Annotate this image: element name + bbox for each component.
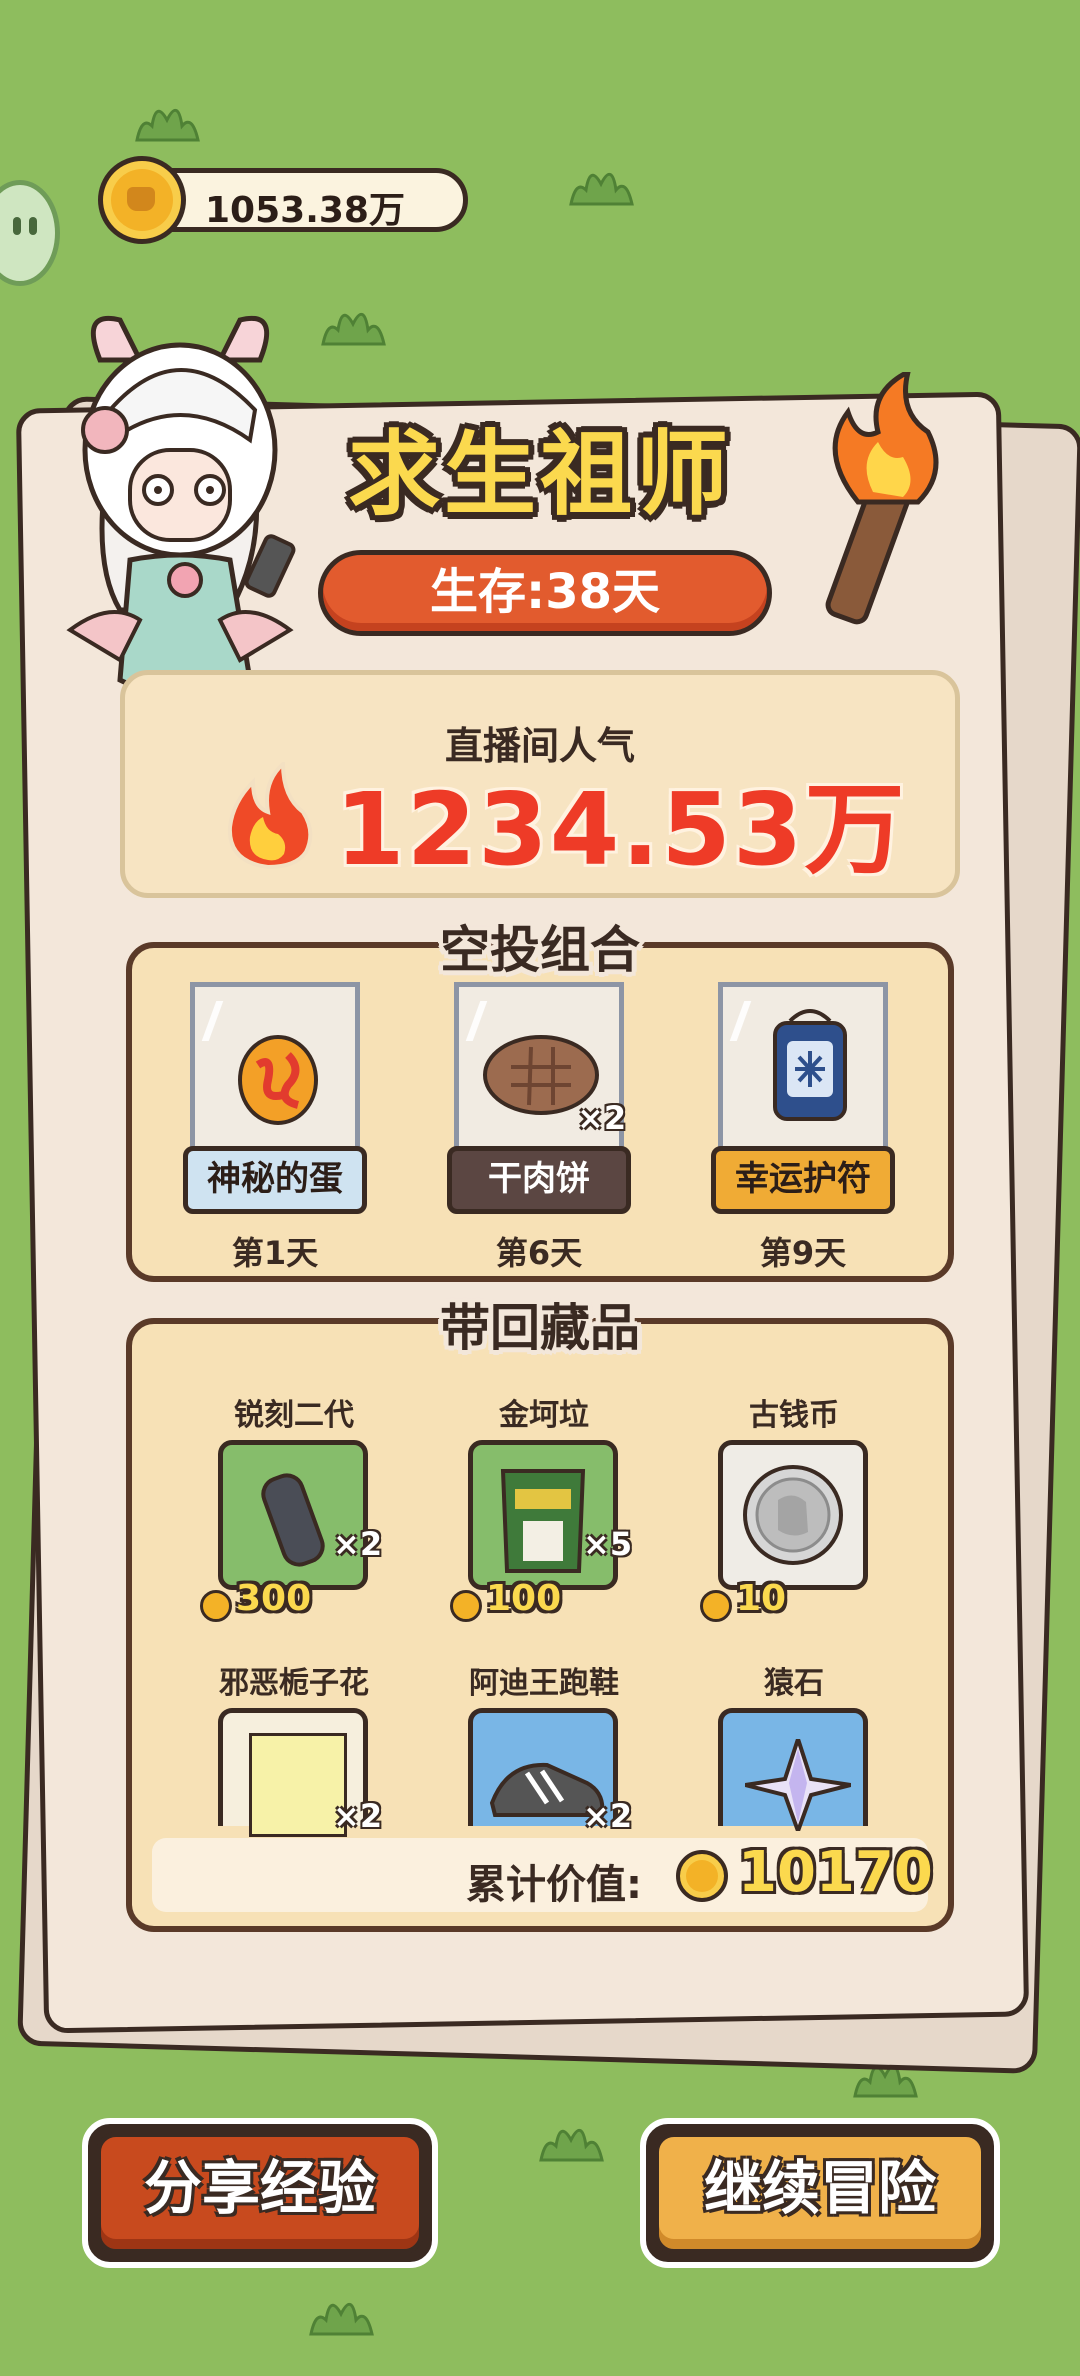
collection-item-card[interactable]: ×2 [468,1708,632,1835]
collection-item-name: 金坷垃 [499,1398,589,1433]
collection-item-card[interactable]: ×2 [218,1708,382,1837]
gold-coin-icon [98,156,186,244]
coin-icon [200,1590,232,1622]
coin-balance-value: 1053.38万 [205,190,405,231]
airdrop-title: 空投组合 [440,921,640,979]
airdrop-item-name: 干肉饼 [488,1159,590,1199]
share-experience-button[interactable]: 分享经验 [82,2118,438,2268]
collection-item-price: 100 [486,1578,562,1619]
airdrop-item-label: 神秘的蛋 [183,1146,367,1214]
share-experience-label: 分享经验 [143,2154,376,2222]
airdrop-item-qty: ×2 [577,1099,627,1137]
collection-item-qty: ×2 [333,1797,383,1835]
airdrop-item-day: 第1天 [231,1234,319,1272]
collection-item-name: 邪恶栀子花 [219,1666,369,1701]
coin-icon [700,1590,732,1622]
lucky-charm-icon [773,1009,847,1121]
fire-icon [227,762,313,870]
airdrop-item-name: 神秘的蛋 [207,1159,343,1199]
airdrop-item-label: 幸运护符 [711,1146,895,1214]
continue-adventure-button[interactable]: 继续冒险 [640,2118,1000,2268]
continue-adventure-label: 继续冒险 [703,2154,936,2222]
airdrop-item-card[interactable]: ×2 [454,982,627,1152]
grass-decoration [321,313,386,346]
collection-item-card[interactable] [718,1440,868,1590]
collection-item-card[interactable]: ×2 [218,1440,382,1590]
grass-decoration [135,109,200,142]
collection-item-name: 猿石 [764,1666,824,1701]
popularity-value: 1234.53万 [335,771,907,888]
vape-device-icon [261,1473,325,1567]
collection-item-qty: ×5 [583,1525,633,1563]
collection-item-name: 锐刻二代 [234,1398,354,1433]
grass-decoration [539,2129,604,2162]
airdrop-item-card[interactable] [718,982,888,1152]
collection-item-card[interactable]: ×5 [468,1440,632,1590]
airdrop-item-label: 干肉饼 [447,1146,631,1214]
collection-item-qty: ×2 [583,1797,633,1835]
crystal-stone-icon [745,1739,851,1831]
total-value-amount: 10170 [738,1840,933,1905]
airdrop-item-name: 幸运护符 [735,1159,871,1199]
fertilizer-bag-icon [500,1469,586,1573]
mystery-egg-icon [238,1035,318,1125]
collection-item-price: 10 [736,1578,787,1619]
grass-decoration [569,173,634,206]
coin-icon [450,1590,482,1622]
side-menu-button[interactable] [0,180,60,286]
airdrop-item-day: 第6天 [495,1234,583,1272]
collection-item-name: 古钱币 [749,1398,839,1433]
airdrop-item-card[interactable] [190,982,360,1152]
ancient-coin-icon [743,1465,843,1565]
airdrop-item-day: 第9天 [759,1234,847,1272]
gold-coin-icon [676,1850,728,1902]
page-title: 求生祖师 [347,421,732,528]
collection-title: 带回藏品 [440,1299,640,1357]
collection-item-card[interactable] [718,1708,868,1831]
torch-icon [825,372,939,625]
collection-item-qty: ×2 [333,1525,383,1563]
total-value-label: 累计价值: [466,1862,642,1908]
collection-item-price: 300 [236,1578,312,1619]
grass-decoration [309,2303,374,2336]
collection-item-name: 阿迪王跑鞋 [469,1666,619,1701]
survival-days-badge: 生存:38天 [318,550,772,636]
